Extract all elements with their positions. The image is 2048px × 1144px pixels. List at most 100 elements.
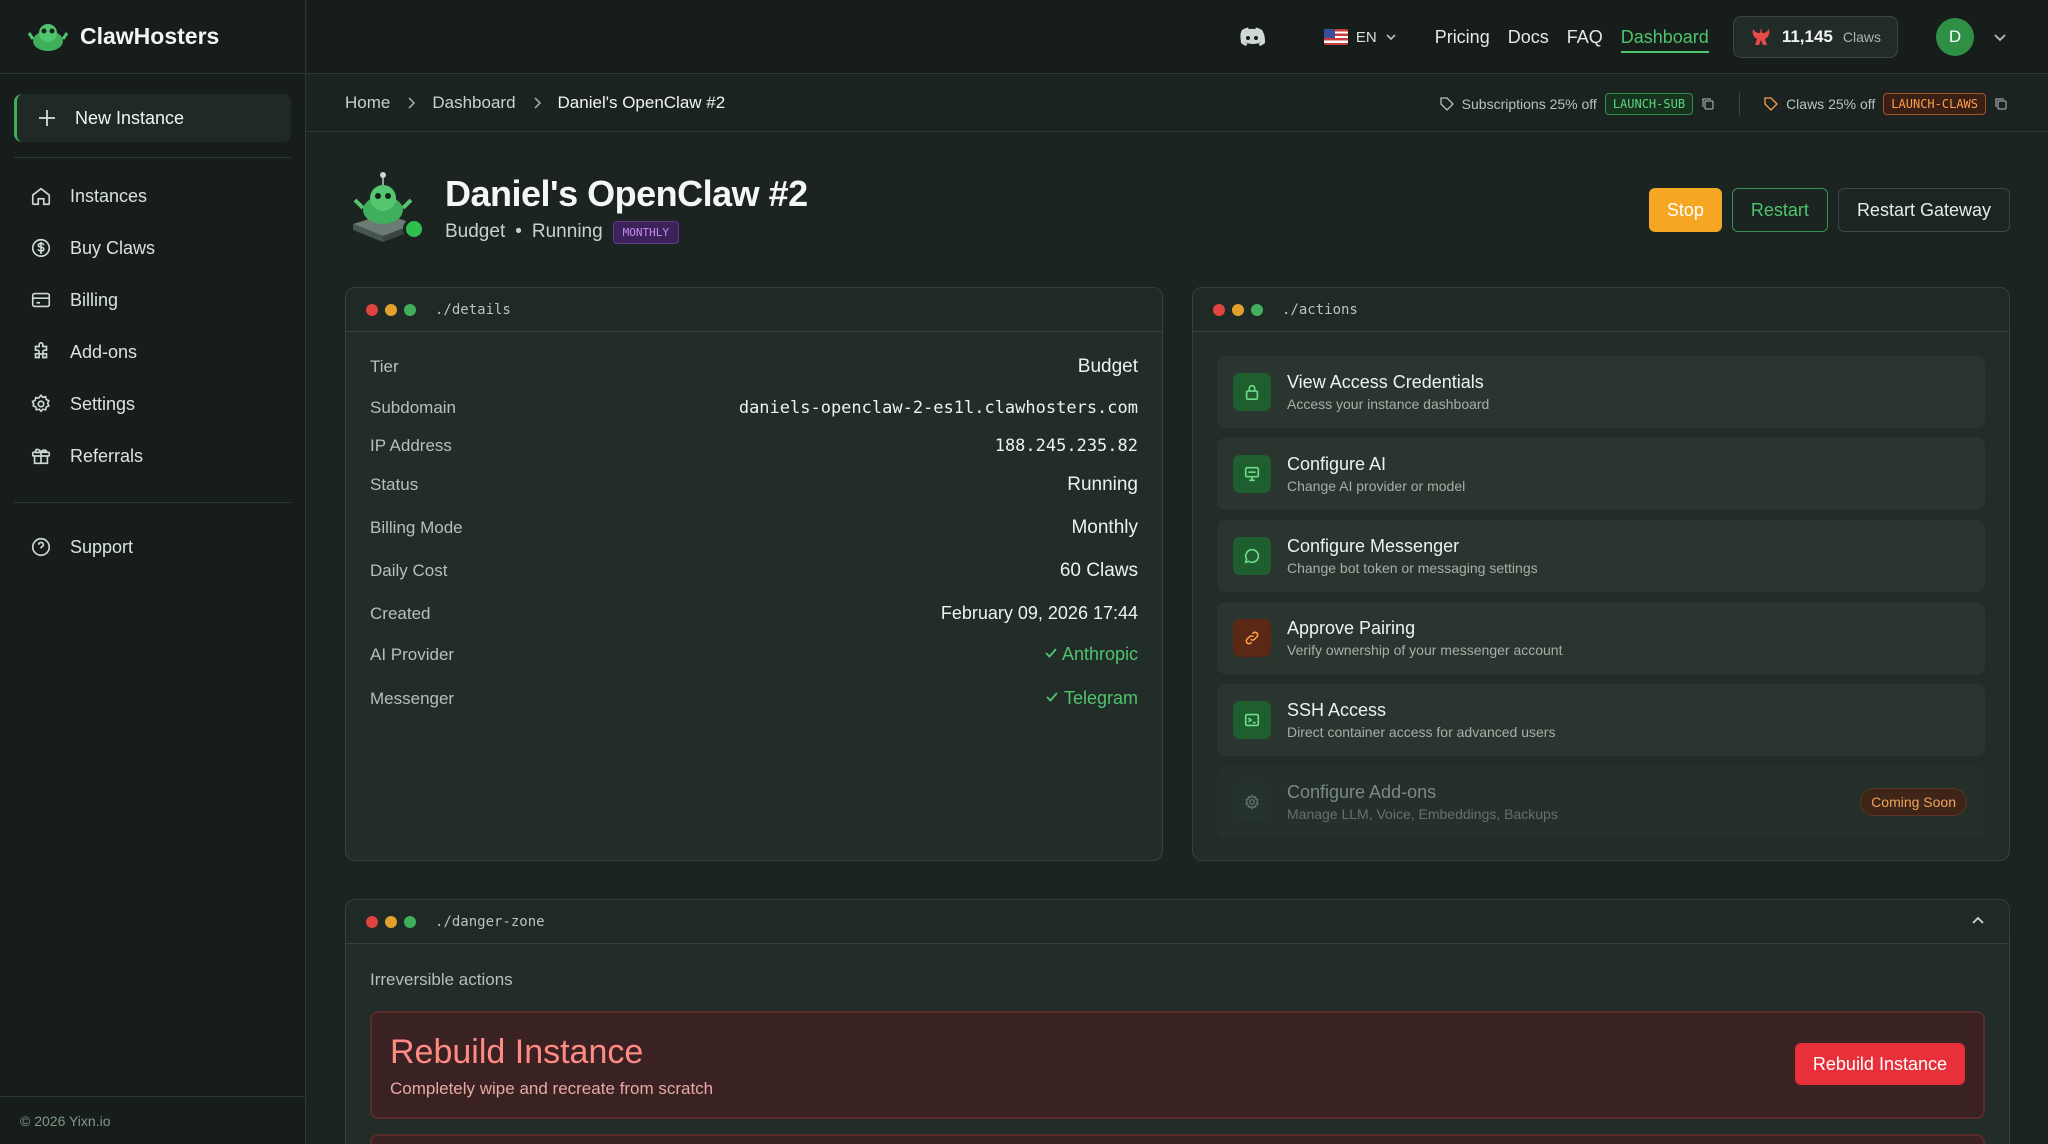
detail-label: Status xyxy=(370,475,419,494)
detail-value-with-check: Anthropic xyxy=(1044,644,1138,665)
sidebar-item-buy-claws[interactable]: Buy Claws xyxy=(14,222,291,274)
divider xyxy=(1739,92,1741,115)
detail-label: Tier xyxy=(370,357,399,376)
language-selector[interactable]: EN xyxy=(1323,29,1397,46)
card-header: ./details xyxy=(346,288,1162,332)
new-instance-button[interactable]: New Instance xyxy=(14,94,291,142)
window-dot-green xyxy=(404,915,416,928)
chevron-down-icon[interactable] xyxy=(1992,29,2008,45)
breadcrumb-current: Daniel's OpenClaw #2 xyxy=(557,93,726,112)
chevron-up-icon[interactable] xyxy=(1969,912,1987,930)
restart-gateway-button[interactable]: Restart Gateway xyxy=(1837,188,2010,232)
sidebar-item-referrals[interactable]: Referrals xyxy=(14,430,291,482)
copy-icon[interactable] xyxy=(1701,97,1715,111)
action-description: Direct container access for advanced use… xyxy=(1287,724,1556,740)
window-dot-red xyxy=(366,915,378,928)
check-icon xyxy=(1045,648,1057,658)
breadcrumb: Home Dashboard Daniel's OpenClaw #2 Subs… xyxy=(307,75,2048,132)
lock-icon xyxy=(1233,373,1271,411)
stop-button[interactable]: Stop xyxy=(1648,188,1722,232)
action-description: Manage LLM, Voice, Embeddings, Backups xyxy=(1287,806,1558,822)
gift-icon xyxy=(31,448,51,465)
sidebar-item-label: Billing xyxy=(70,289,119,310)
detail-row-status: Status Running xyxy=(370,474,1138,496)
sidebar-item-support[interactable]: Support xyxy=(14,521,291,573)
detail-label: IP Address xyxy=(370,436,452,455)
action-configure-ai[interactable]: Configure AI Change AI provider or model xyxy=(1217,438,1985,510)
restart-button[interactable]: Restart xyxy=(1731,188,1828,232)
rebuild-instance-button[interactable]: Rebuild Instance xyxy=(1794,1043,1965,1085)
detail-label: AI Provider xyxy=(370,644,455,664)
window-dot-yellow xyxy=(1232,303,1244,316)
sidebar-item-add-ons[interactable]: Add-ons xyxy=(14,326,291,378)
terminal-icon xyxy=(1233,701,1271,739)
sidebar-support-nav: Support xyxy=(14,521,291,573)
detail-row-ip: IP Address 188.245.235.82 xyxy=(370,436,1138,456)
detail-row-billing-mode: Billing Mode Monthly xyxy=(370,517,1138,539)
promo-claws-text: Claws 25% off xyxy=(1786,95,1876,112)
danger-subtitle: Irreversible actions xyxy=(370,970,513,989)
action-approve-pairing[interactable]: Approve Pairing Verify ownership of your … xyxy=(1217,602,1985,674)
action-description: Verify ownership of your messenger accou… xyxy=(1287,642,1563,658)
sidebar: ClawHosters New Instance Instances Buy C… xyxy=(0,0,306,1144)
tag-icon xyxy=(1440,96,1454,111)
detail-row-tier: Tier Budget xyxy=(370,356,1138,378)
nav-link-docs[interactable]: Docs xyxy=(1508,27,1549,48)
copy-icon[interactable] xyxy=(1994,97,2008,111)
nav-link-pricing[interactable]: Pricing xyxy=(1435,27,1490,48)
window-dot-red xyxy=(1213,303,1225,316)
sidebar-item-label: Settings xyxy=(70,393,136,414)
detail-row-ai-provider: AI Provider Anthropic xyxy=(370,644,1138,665)
sidebar-item-instances[interactable]: Instances xyxy=(14,170,291,222)
new-instance-label: New Instance xyxy=(75,107,185,128)
nav-link-faq[interactable]: FAQ xyxy=(1567,27,1603,48)
nav-link-dashboard[interactable]: Dashboard xyxy=(1620,27,1709,53)
link-icon xyxy=(1233,619,1271,657)
detail-label: Billing Mode xyxy=(370,518,463,537)
sidebar-item-label: Instances xyxy=(70,185,148,206)
breadcrumb-home[interactable]: Home xyxy=(345,93,390,113)
promo-codes: Subscriptions 25% off LAUNCH-SUB Claws 2… xyxy=(1440,75,2008,132)
detail-value: 188.245.235.82 xyxy=(994,436,1138,456)
copyright: © 2026 Yixn.io xyxy=(0,1096,306,1144)
us-flag-icon xyxy=(1323,29,1348,45)
avatar[interactable]: D xyxy=(1936,18,1974,56)
sidebar-item-billing[interactable]: Billing xyxy=(14,274,291,326)
detail-value: Budget xyxy=(1077,356,1138,377)
detail-row-subdomain: Subdomain daniels-openclaw-2-es1l.clawho… xyxy=(370,398,1138,418)
sidebar-item-settings[interactable]: Settings xyxy=(14,378,291,430)
detail-row-messenger: Messenger Telegram xyxy=(370,688,1138,709)
detail-label: Daily Cost xyxy=(370,561,448,580)
chevron-down-icon xyxy=(1386,34,1396,41)
chevron-right-icon xyxy=(533,97,541,109)
action-title: Configure Add-ons xyxy=(1287,782,1437,802)
action-configure-messenger[interactable]: Configure Messenger Change bot token or m… xyxy=(1217,520,1985,592)
promo-code-claws: LAUNCH-CLAWS xyxy=(1883,92,1986,115)
rebuild-title: Rebuild Instance xyxy=(390,1033,644,1071)
brand-name: ClawHosters xyxy=(80,23,220,49)
divider xyxy=(14,502,291,503)
detail-value[interactable]: daniels-openclaw-2-es1l.clawhosters.com xyxy=(739,398,1138,418)
breadcrumb-dashboard[interactable]: Dashboard xyxy=(432,93,515,113)
window-dot-green xyxy=(404,303,416,316)
detail-value: Monthly xyxy=(1071,517,1138,538)
detail-value: 60 Claws xyxy=(1059,560,1138,581)
discord-icon[interactable] xyxy=(1238,26,1266,48)
window-dot-red xyxy=(366,303,378,316)
card-title: ./danger-zone xyxy=(435,913,545,930)
action-view-credentials[interactable]: View Access Credentials Access your insta… xyxy=(1217,356,1985,428)
promo-subscriptions-text: Subscriptions 25% off xyxy=(1461,95,1597,112)
claw-icon xyxy=(1752,28,1770,45)
claws-balance[interactable]: 11,145 Claws xyxy=(1732,16,1898,58)
action-title: Configure AI xyxy=(1287,454,1387,474)
monitor-icon xyxy=(1233,455,1271,493)
window-dot-yellow xyxy=(385,303,397,316)
action-description: Change AI provider or model xyxy=(1287,478,1466,494)
help-circle-icon xyxy=(31,537,51,557)
rebuild-description: Completely wipe and recreate from scratc… xyxy=(390,1079,714,1098)
detail-value-with-check: Telegram xyxy=(1045,688,1138,709)
action-ssh-access[interactable]: SSH Access Direct container access for ad… xyxy=(1217,684,1985,756)
action-description: Access your instance dashboard xyxy=(1287,396,1490,412)
brand[interactable]: ClawHosters xyxy=(0,0,305,74)
card-header[interactable]: ./danger-zone xyxy=(346,900,2009,944)
